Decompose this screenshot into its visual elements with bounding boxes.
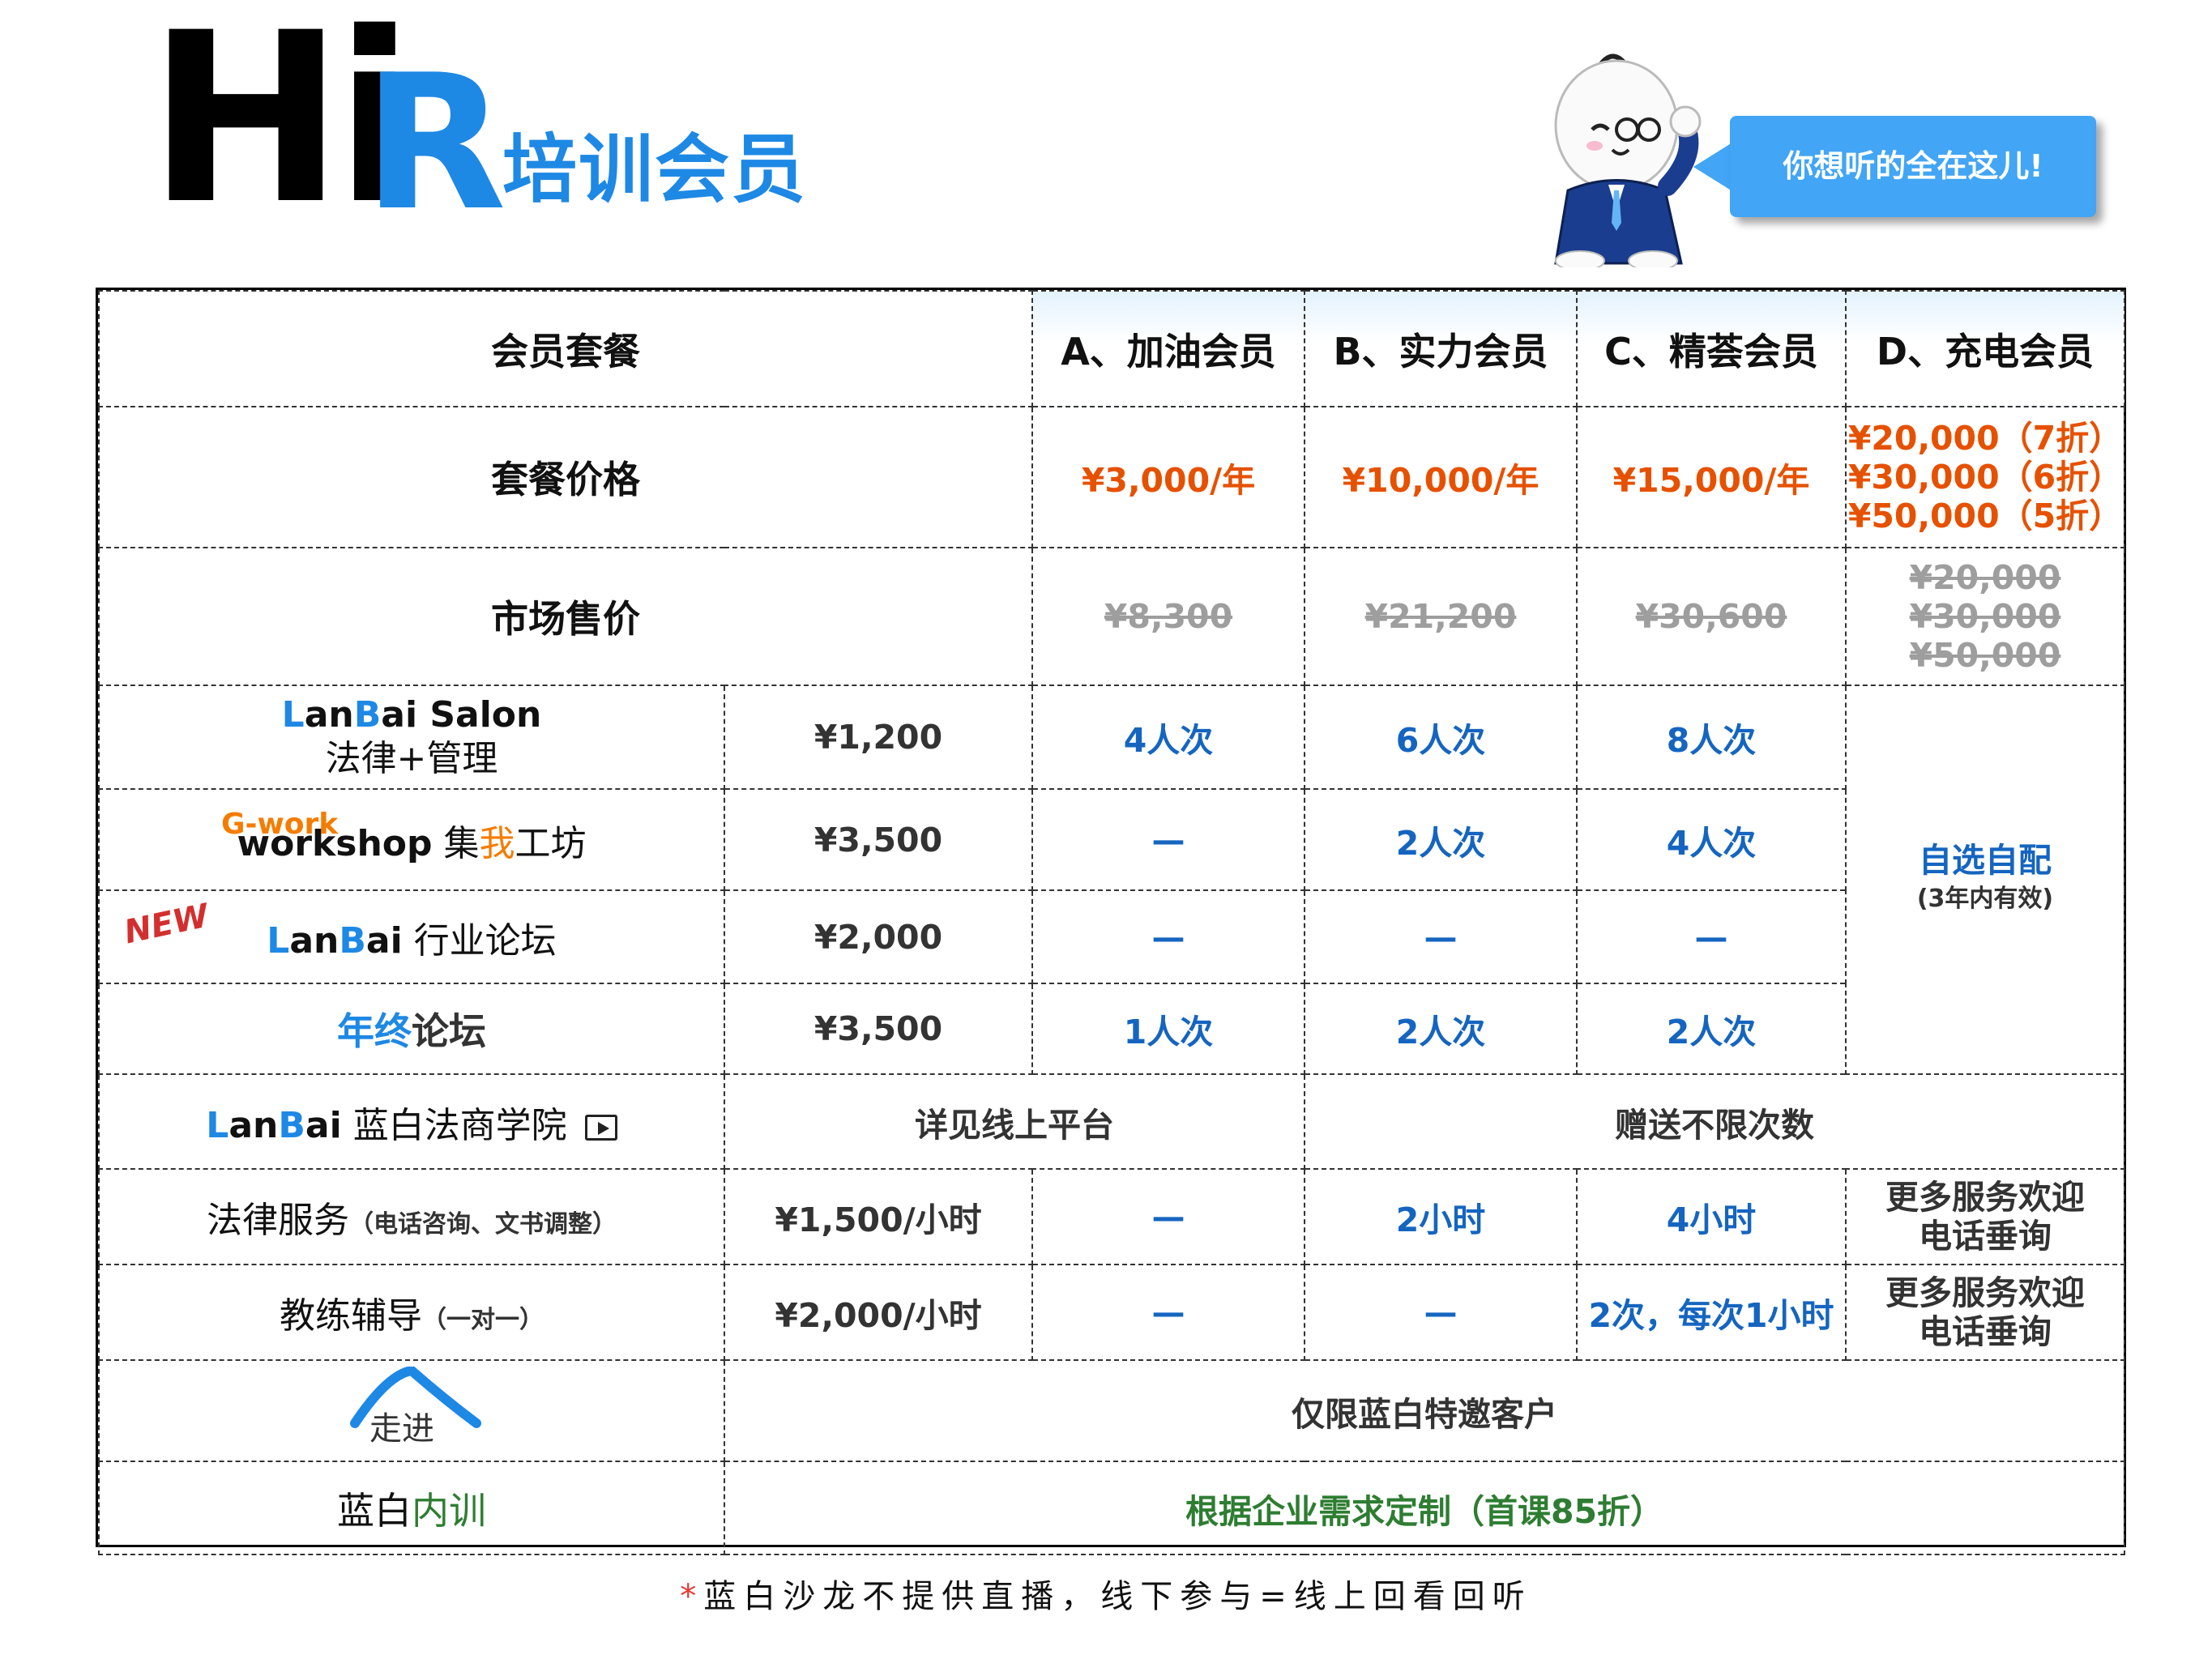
coach-d: 更多服务欢迎 电话垂询: [1845, 1264, 2125, 1361]
price-label: 套餐价格: [98, 406, 1033, 548]
market-d-2: ¥30,000: [1909, 597, 2061, 636]
salon-sub: 法律+管理: [325, 738, 498, 779]
walk-value: 仅限蓝白特邀客户: [724, 1359, 2125, 1462]
workshop-c: 4人次: [1576, 788, 1847, 891]
new-badge: NEW: [121, 897, 212, 952]
workshop-a: —: [1031, 788, 1305, 891]
plan-a: A、加油会员: [1031, 290, 1305, 407]
price-d-2: ¥30,000（6折）: [1847, 458, 2123, 497]
market-d: ¥20,000 ¥30,000 ¥50,000: [1845, 547, 2125, 686]
market-c: ¥30,600: [1576, 547, 1847, 686]
legal-c: 4小时: [1576, 1168, 1847, 1265]
speech-bubble-tail: [1693, 143, 1732, 191]
workshop-name: G-work workshop 集我工坊: [98, 788, 725, 891]
plan-b: B、实力会员: [1304, 290, 1578, 407]
forum-c: —: [1576, 889, 1847, 984]
academy-brand: LanBai: [206, 1104, 342, 1146]
internal-value: 根据企业需求定制（首课85折）: [724, 1461, 2125, 1555]
price-b: ¥10,000/年: [1304, 406, 1578, 548]
academy-gift: 赠送不限次数: [1304, 1073, 2125, 1170]
price-d-3: ¥50,000（5折）: [1847, 497, 2123, 535]
coach-row: 教练辅导（一对一） ¥2,000/小时 — — 2次，每次1小时 更多服务欢迎电…: [98, 1264, 2125, 1361]
legal-price: ¥1,500/小时: [724, 1168, 1033, 1265]
academy-title: 蓝白法商学院: [352, 1104, 567, 1146]
d-custom-main: 自选自配: [1919, 841, 2052, 880]
logo-r: R: [363, 36, 507, 252]
legal-a: —: [1031, 1168, 1305, 1265]
yearend-a: 1人次: [1031, 983, 1305, 1075]
coach-price: ¥2,000/小时: [724, 1264, 1033, 1361]
salon-price: ¥1,200: [724, 684, 1033, 790]
forum-price: ¥2,000: [724, 889, 1033, 984]
salon-brand: LanBai Salon: [281, 694, 542, 736]
play-video-icon[interactable]: [584, 1114, 617, 1141]
yearend-row: 年终论坛 ¥3,500 1人次 2人次 2人次: [98, 983, 2124, 1075]
page-title: 培训会员: [502, 126, 808, 213]
walk-row: 走进 仅限蓝白特邀客户: [98, 1359, 2125, 1462]
academy-name: LanBai 蓝白法商学院: [98, 1073, 725, 1170]
internal-name: 蓝白内训: [98, 1461, 725, 1555]
workshop-price: ¥3,500: [724, 788, 1033, 891]
walk-logo: 走进: [339, 1366, 485, 1448]
academy-online: 详见线上平台: [724, 1073, 1305, 1170]
workshop-row: G-work workshop 集我工坊 ¥3,500 — 2人次 4人次: [98, 788, 2124, 891]
internal-row: 蓝白内训 根据企业需求定制（首课85折）: [98, 1461, 2125, 1555]
forum-brand: LanBai: [267, 919, 403, 962]
membership-table: 会员套餐 A、加油会员 B、实力会员 C、精荟会员 D、充电会员 套餐价格 ¥3…: [96, 288, 2126, 1555]
forum-b: —: [1304, 889, 1578, 984]
gwork-label: G-work: [221, 808, 339, 841]
col-title: 会员套餐: [98, 290, 1033, 407]
walk-name: 走进: [98, 1359, 725, 1462]
market-d-1: ¥20,000: [1909, 558, 2061, 597]
salon-a: 4人次: [1031, 684, 1305, 790]
market-row: 市场售价 ¥8,300 ¥21,200 ¥30,600 ¥20,000 ¥30,…: [98, 547, 2125, 686]
forum-name: NEW LanBai 行业论坛: [98, 889, 725, 984]
yearend-price: ¥3,500: [724, 983, 1033, 1075]
logo-hi: Hi: [147, 0, 415, 256]
workshop-b: 2人次: [1304, 788, 1578, 891]
table-header-row: 会员套餐 A、加油会员 B、实力会员 C、精荟会员 D、充电会员: [98, 290, 2125, 407]
yearend-b: 2人次: [1304, 983, 1578, 1075]
market-b: ¥21,200: [1304, 547, 1578, 686]
coach-name: 教练辅导（一对一）: [98, 1264, 725, 1361]
market-label: 市场售价: [98, 547, 1033, 686]
forum-row: NEW LanBai 行业论坛 ¥2,000 — — —: [98, 889, 2124, 984]
price-c: ¥15,000/年: [1576, 406, 1847, 548]
academy-row: LanBai 蓝白法商学院 详见线上平台 赠送不限次数: [98, 1073, 2125, 1170]
coach-c: 2次，每次1小时: [1576, 1264, 1847, 1361]
d-custom-note: (3年内有效): [1916, 885, 2054, 913]
footer-note: *蓝白沙龙不提供直播，线下参与=线上回看回听: [680, 1578, 1532, 1615]
forum-a: —: [1031, 889, 1305, 984]
price-row: 套餐价格 ¥3,000/年 ¥10,000/年 ¥15,000/年 ¥20,00…: [98, 406, 2125, 548]
plan-c: C、精荟会员: [1576, 290, 1847, 407]
market-d-3: ¥50,000: [1909, 636, 2061, 675]
walk-label: 走进: [369, 1410, 434, 1448]
legal-name: 法律服务（电话咨询、文书调整）: [98, 1168, 725, 1265]
coach-a: —: [1031, 1264, 1305, 1361]
salon-b: 6人次: [1304, 684, 1578, 790]
d-custom: 自选自配 (3年内有效): [1845, 684, 2125, 1075]
forum-title: 行业论坛: [413, 919, 557, 962]
salon-c: 8人次: [1576, 684, 1847, 790]
price-d: ¥20,000（7折） ¥30,000（6折） ¥50,000（5折）: [1845, 406, 2125, 548]
yearend-c: 2人次: [1576, 983, 1847, 1075]
market-a: ¥8,300: [1031, 547, 1305, 686]
plan-d: D、充电会员: [1845, 290, 2125, 407]
legal-row: 法律服务（电话咨询、文书调整） ¥1,500/小时 — 2小时 4小时 更多服务…: [98, 1168, 2125, 1265]
coach-b: —: [1304, 1264, 1578, 1361]
legal-d: 更多服务欢迎 电话垂询: [1845, 1168, 2125, 1265]
salon-name: LanBai Salon 法律+管理: [98, 684, 725, 790]
salon-row: LanBai Salon 法律+管理 ¥1,200 4人次 6人次 8人次 自选…: [98, 684, 2125, 1075]
mascot-icon: [1554, 53, 1702, 267]
yearend-name: 年终论坛: [98, 983, 725, 1075]
price-a: ¥3,000/年: [1031, 406, 1305, 548]
legal-b: 2小时: [1304, 1168, 1578, 1265]
price-d-1: ¥20,000（7折）: [1847, 419, 2123, 458]
speech-bubble: 你想听的全在这儿!: [1730, 116, 2096, 217]
